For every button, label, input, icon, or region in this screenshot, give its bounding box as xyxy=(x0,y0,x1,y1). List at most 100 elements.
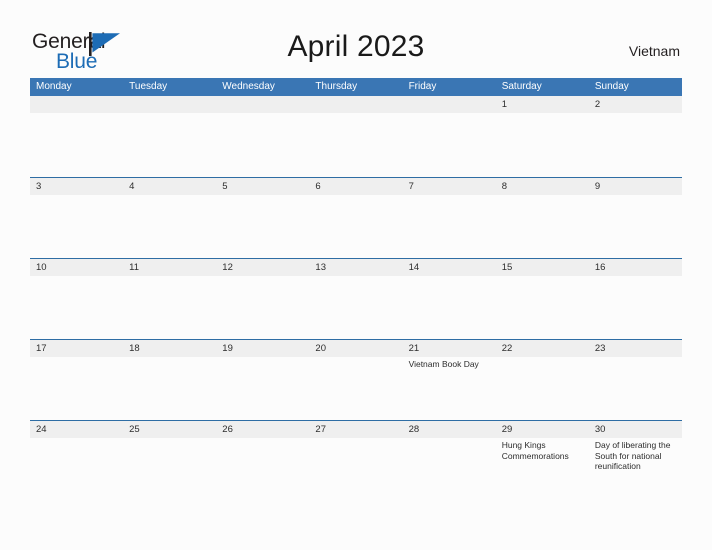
day-number-band xyxy=(30,178,124,195)
calendar-day-cell[interactable]: 26 xyxy=(216,421,310,501)
day-events xyxy=(589,357,682,359)
day-number: 21 xyxy=(408,343,420,354)
weekday-header-monday: Monday xyxy=(36,81,72,92)
calendar-day-cell[interactable]: 9 xyxy=(588,178,682,258)
day-events xyxy=(216,195,309,197)
day-number: 5 xyxy=(222,181,228,192)
day-number-band xyxy=(588,96,682,113)
calendar-day-cell[interactable]: 28 xyxy=(402,421,496,501)
day-number: 18 xyxy=(129,343,140,354)
day-events xyxy=(30,113,123,115)
calendar-day-cell[interactable]: 12 xyxy=(216,259,310,339)
day-events xyxy=(123,195,216,197)
day-number-band xyxy=(402,96,496,113)
day-events xyxy=(30,438,123,440)
day-number-band xyxy=(216,178,310,195)
calendar-day-cell[interactable]: 4 xyxy=(123,178,217,258)
day-number: 16 xyxy=(594,262,606,273)
calendar-day-cell-empty[interactable] xyxy=(402,96,496,177)
day-events xyxy=(589,276,682,278)
day-events: Hung Kings Commemorations xyxy=(496,438,589,461)
holiday-event: Vietnam Book Day xyxy=(408,359,479,369)
day-number-band xyxy=(495,96,589,113)
country-label: Vietnam xyxy=(628,43,680,59)
calendar-day-cell[interactable]: 17 xyxy=(30,340,124,420)
holiday-event: Day of liberating the South for national… xyxy=(594,440,671,471)
calendar-week-row: 3 4 5 6 7 8 9 xyxy=(30,177,682,258)
page-header: General Blue April 2023 Vietnam xyxy=(0,0,712,76)
day-number: 6 xyxy=(315,181,321,192)
day-events xyxy=(30,195,123,197)
day-events xyxy=(496,357,589,359)
calendar-day-cell[interactable]: 7 xyxy=(402,178,496,258)
calendar-week-row: 10 11 12 13 14 15 16 xyxy=(30,258,682,339)
day-number-band xyxy=(216,96,310,113)
calendar-day-cell[interactable]: 5 xyxy=(216,178,310,258)
day-number-band xyxy=(309,96,403,113)
day-events xyxy=(309,195,402,197)
day-number: 2 xyxy=(594,99,601,110)
calendar-day-cell[interactable]: 30 Day of liberating the South for nation… xyxy=(588,421,682,501)
calendar-day-cell-empty[interactable] xyxy=(123,96,217,177)
calendar-day-cell-empty[interactable] xyxy=(30,96,124,177)
calendar-grid: Monday Tuesday Wednesday Thursday Friday Satu… xyxy=(30,78,682,501)
day-events xyxy=(216,276,309,278)
calendar-day-cell[interactable]: 27 xyxy=(309,421,403,501)
calendar-day-cell[interactable]: 29 Hung Kings Commemorations xyxy=(495,421,589,501)
calendar-day-cell-empty[interactable] xyxy=(216,96,310,177)
calendar-day-cell[interactable]: 15 xyxy=(495,259,589,339)
day-events xyxy=(123,357,216,359)
calendar-day-cell[interactable]: 20 xyxy=(309,340,403,420)
calendar-day-cell[interactable]: 25 xyxy=(123,421,217,501)
day-number-band xyxy=(309,178,403,195)
day-events xyxy=(123,113,216,115)
day-number: 20 xyxy=(315,343,326,354)
calendar-day-cell[interactable]: 3 xyxy=(30,178,124,258)
day-events xyxy=(496,113,589,115)
day-number-band xyxy=(123,178,217,195)
day-number: 4 xyxy=(129,181,135,192)
day-number: 23 xyxy=(594,343,606,354)
calendar-day-cell[interactable]: 2 xyxy=(588,96,682,177)
day-events xyxy=(403,113,496,115)
calendar-day-cell[interactable]: 21 Vietnam Book Day xyxy=(402,340,496,420)
day-events xyxy=(403,195,496,197)
calendar-day-cell[interactable]: 13 xyxy=(309,259,403,339)
calendar-day-cell[interactable]: 8 xyxy=(495,178,589,258)
calendar-day-cell[interactable]: 6 xyxy=(309,178,403,258)
calendar-day-cell-empty[interactable] xyxy=(309,96,403,177)
day-number: 3 xyxy=(36,181,42,192)
calendar-week-row: 17 18 19 20 21 Vietnam Book Day 22 23 xyxy=(30,339,682,420)
day-events xyxy=(30,276,123,278)
day-events xyxy=(309,276,402,278)
day-number-band xyxy=(123,96,217,113)
weekday-header-saturday: Saturday xyxy=(501,81,542,92)
holiday-event: Hung Kings Commemorations xyxy=(501,440,569,461)
calendar-day-cell[interactable]: 18 xyxy=(123,340,217,420)
day-number: 13 xyxy=(315,262,326,273)
day-number: 24 xyxy=(36,424,47,435)
day-events xyxy=(216,357,309,359)
day-number: 10 xyxy=(36,262,47,273)
calendar-day-cell[interactable]: 14 xyxy=(402,259,496,339)
weekday-header-row: Monday Tuesday Wednesday Thursday Friday Satu… xyxy=(30,78,682,96)
day-events xyxy=(403,276,496,278)
calendar-week-row: 24 25 26 27 28 29 Hung Kings Commemorations 30 D… xyxy=(30,420,682,501)
calendar-day-cell[interactable]: 24 xyxy=(30,421,124,501)
weekday-header-wednesday: Wednesday xyxy=(222,81,275,92)
calendar-day-cell[interactable]: 10 xyxy=(30,259,124,339)
calendar-day-cell[interactable]: 11 xyxy=(123,259,217,339)
day-number: 7 xyxy=(408,181,414,192)
day-number: 19 xyxy=(222,343,233,354)
calendar-week-row: 12 xyxy=(30,96,682,177)
calendar-day-cell[interactable]: 23 xyxy=(588,340,682,420)
day-number: 28 xyxy=(408,424,420,435)
calendar-day-cell[interactable]: 16 xyxy=(588,259,682,339)
day-events xyxy=(589,195,682,197)
day-events xyxy=(123,438,216,440)
day-number: 27 xyxy=(315,424,326,435)
day-events xyxy=(123,276,216,278)
calendar-day-cell[interactable]: 1 xyxy=(495,96,589,177)
calendar-day-cell[interactable]: 19 xyxy=(216,340,310,420)
calendar-day-cell[interactable]: 22 xyxy=(495,340,589,420)
